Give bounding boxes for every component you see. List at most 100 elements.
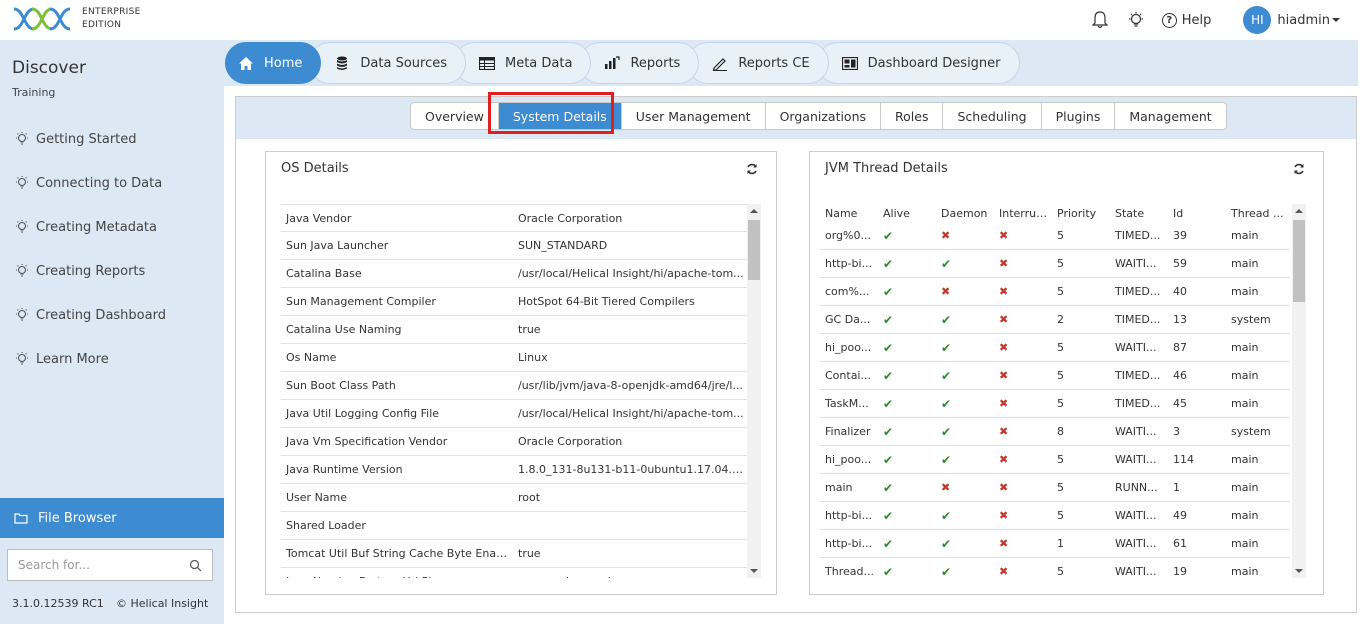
cross-icon: ✖ [999,341,1009,354]
file-browser-button[interactable]: File Browser [0,498,224,538]
thread-priority: 5 [1057,257,1064,270]
check-icon: ✔ [878,481,936,495]
check-icon: ✔ [941,452,952,467]
check-icon: ✔ [883,480,894,495]
table-row: Thread... ✔ ✔ ✖ 5 WAITI... 19 main [820,558,1290,579]
user-menu[interactable]: hiadmin [1277,13,1340,28]
lightbulb-icon [16,220,28,233]
thread-priority: 5 [1057,481,1064,494]
thread-state: WAITI... [1115,425,1157,438]
check-icon: ✔ [941,256,952,271]
tab-meta-data[interactable]: Meta Data [454,42,592,84]
table-row: Sun Management Compiler HotSpot 64-Bit Ti… [281,288,747,316]
sidebar-item-creating-metadata[interactable]: Creating Metadata [14,205,166,249]
check-icon: ✔ [883,368,894,383]
cross-icon: ✖ [999,537,1009,550]
edition-label: ENTERPRISE EDITION [82,7,141,30]
scroll-down-icon[interactable] [1295,569,1303,573]
thread-id: 114 [1173,453,1194,466]
refresh-icon[interactable] [1293,163,1305,175]
lightbulb-icon [16,176,28,189]
scroll-thumb[interactable] [1293,220,1305,302]
bell-icon[interactable] [1090,10,1110,30]
column-header[interactable]: Thread ... [1226,207,1290,220]
cross-icon: ✖ [994,453,1052,466]
tab-reports-ce[interactable]: Reports CE [687,42,829,84]
column-header[interactable]: Priority [1052,207,1110,220]
column-header[interactable]: Id [1168,207,1226,220]
subtab-overview[interactable]: Overview [411,103,499,129]
column-header[interactable]: Interrupt... [994,207,1052,220]
column-header[interactable]: Daemon [936,207,994,220]
check-icon: ✔ [936,341,994,355]
sidebar-item-creating-dashboard[interactable]: Creating Dashboard [14,293,166,337]
property-name: Java Runtime Version [286,463,403,476]
check-icon: ✔ [941,340,952,355]
table-row: User Name root [281,484,747,512]
subtab-management[interactable]: Management [1115,103,1225,129]
table-row: hi_poo... ✔ ✔ ✖ 5 WAITI... 87 main [820,334,1290,362]
cross-icon: ✖ [999,481,1009,494]
thread-group: main [1231,481,1259,494]
sidebar-item-connecting-to-data[interactable]: Connecting to Data [14,161,166,205]
jvm-thread-table: NameAliveDaemonInterrupt...PriorityState… [820,204,1290,578]
thread-group: main [1231,537,1259,550]
sidebar-item-creating-reports[interactable]: Creating Reports [14,249,166,293]
lightbulb-icon[interactable] [1126,10,1146,30]
thread-id: 45 [1173,397,1187,410]
check-icon: ✔ [941,312,952,327]
cross-icon: ✖ [994,313,1052,326]
property-value: Oracle Corporation [518,211,623,225]
table-row: TaskM... ✔ ✔ ✖ 5 TIMED... 45 main [820,390,1290,418]
thread-priority: 5 [1057,397,1064,410]
table-row: http-bi... ✔ ✔ ✖ 5 WAITI... 59 main [820,250,1290,278]
property-name: Java Vendor [286,211,352,225]
thread-name: http-bi... [825,537,873,550]
thread-priority: 8 [1057,425,1064,438]
sidebar-subtitle: Training [12,86,56,99]
subtab-plugins[interactable]: Plugins [1042,103,1116,129]
os-scrollbar[interactable] [747,204,761,578]
thread-priority: 5 [1057,565,1064,578]
subtab-organizations[interactable]: Organizations [766,103,882,129]
property-value: SUN_STANDARD [518,239,608,252]
search-icon[interactable] [189,559,202,572]
tab-reports[interactable]: Reports [579,42,700,84]
column-header[interactable]: Alive [878,207,936,220]
column-header[interactable]: Name [820,207,878,220]
cross-icon: ✖ [994,425,1052,438]
table-row: Sun Boot Class Path/usr/lib/jvm/java-8-o… [281,372,747,400]
scroll-up-icon[interactable] [750,209,758,213]
database-icon [334,55,350,71]
search-input[interactable] [18,558,189,572]
thread-priority: 5 [1057,453,1064,466]
check-icon: ✔ [878,369,936,383]
check-icon: ✔ [883,312,894,327]
tab-data-sources[interactable]: Data Sources [309,42,466,84]
thread-priority: 5 [1057,229,1064,242]
property-name: Tomcat Util Buf String Cache Byte Enab..… [286,547,513,560]
table-row: Contai... ✔ ✔ ✖ 5 TIMED... 46 main [820,362,1290,390]
scroll-up-icon[interactable] [1295,209,1303,213]
sidebar-item-learn-more[interactable]: Learn More [14,337,166,381]
check-icon: ✔ [936,509,994,523]
scroll-thumb[interactable] [748,220,760,280]
subtab-scheduling[interactable]: Scheduling [943,103,1042,129]
column-header[interactable]: State [1110,207,1168,220]
thread-name: Contai... [825,369,871,382]
tab-home[interactable]: Home [225,42,322,84]
check-icon: ✔ [878,341,936,355]
avatar[interactable]: HI [1243,6,1272,34]
help-link[interactable]: ? Help [1161,12,1211,28]
cross-icon: ✖ [994,285,1052,298]
tab-dashboard-designer[interactable]: Dashboard Designer [816,42,1020,84]
refresh-icon[interactable] [746,163,758,175]
subtab-roles[interactable]: Roles [881,103,944,129]
jvm-scrollbar[interactable] [1292,204,1306,578]
subtab-user-management[interactable]: User Management [622,103,766,129]
scroll-down-icon[interactable] [750,569,758,573]
sidebar-item-getting-started[interactable]: Getting Started [14,117,166,161]
check-icon: ✔ [941,564,952,579]
property-value: /usr/local/Helical Insight/hi/apache-tom… [518,267,744,280]
check-icon: ✔ [936,257,994,271]
